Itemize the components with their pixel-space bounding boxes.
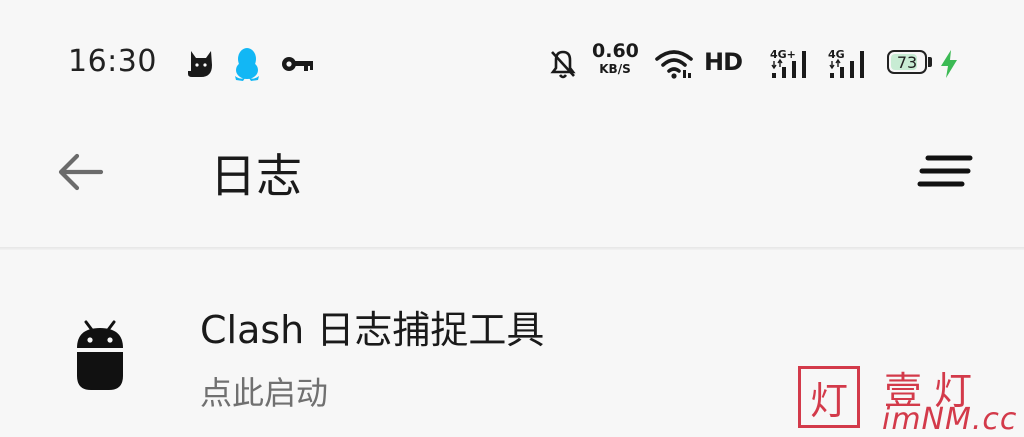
signal-2-label: 4G	[828, 48, 845, 61]
toolbar-divider	[0, 247, 1024, 250]
list-item-subtitle: 点此启动	[200, 374, 329, 412]
battery-level: 73	[896, 52, 918, 72]
battery-indicator: 73	[887, 50, 927, 74]
network-speed: 0.60 KB/S	[592, 40, 639, 76]
watermark-logo: 灯	[798, 366, 860, 428]
back-button[interactable]	[52, 148, 108, 196]
bell-off-icon	[548, 44, 578, 84]
watermark-url: imNM.cc	[882, 402, 1018, 437]
watermark: 灯 壹灯 imNM.cc	[798, 366, 1018, 437]
sort-menu-button[interactable]	[912, 150, 976, 194]
android-icon	[74, 318, 126, 392]
status-bar: 16:30 0.60 KB/S HD 4G+ 4G 73	[0, 0, 1024, 120]
bolt-icon	[938, 44, 960, 84]
hd-voice-indicator: HD	[704, 48, 743, 76]
key-icon	[281, 44, 315, 84]
battery-tip	[928, 57, 932, 67]
signal-4g-plus-icon: 4G+	[770, 44, 814, 84]
page-title: 日志	[210, 149, 302, 203]
signal-1-label: 4G+	[770, 48, 796, 61]
cat-icon	[184, 44, 218, 84]
qq-penguin-icon	[232, 44, 262, 84]
signal-4g-icon: 4G	[828, 44, 872, 84]
network-speed-unit: KB/S	[599, 62, 631, 76]
sort-icon	[917, 155, 973, 187]
watermark-logo-char: 灯	[809, 378, 848, 423]
network-speed-value: 0.60	[592, 40, 639, 62]
wifi-icon	[654, 44, 694, 84]
list-item-title: Clash 日志捕捉工具	[200, 308, 545, 352]
status-time: 16:30	[68, 44, 157, 79]
arrow-left-icon	[58, 153, 104, 191]
app-toolbar	[0, 120, 1024, 248]
